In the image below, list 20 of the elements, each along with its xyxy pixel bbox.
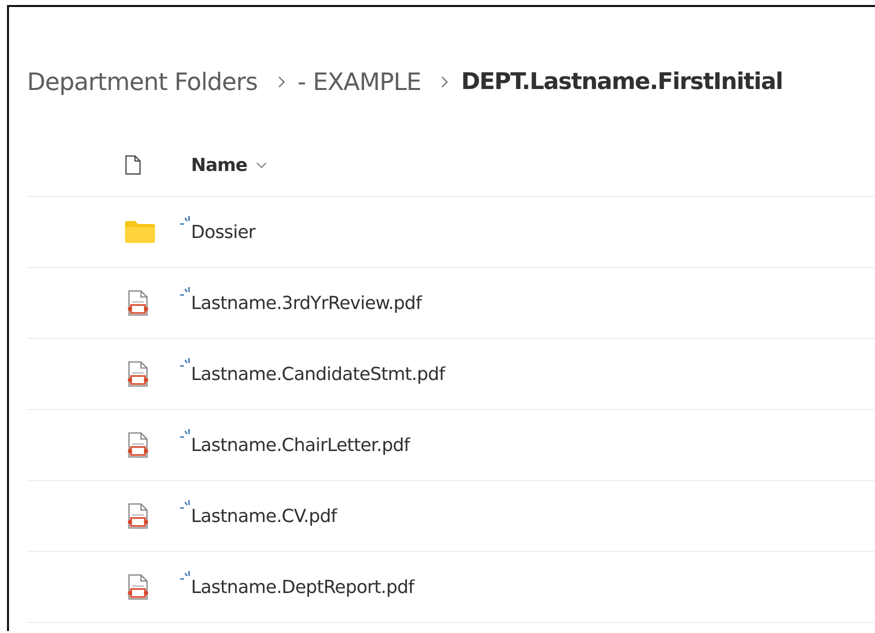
caret-icon (256, 162, 268, 168)
file-name-link[interactable]: Lastname.DeptReport.pdf (191, 576, 414, 598)
file-name-link[interactable]: Lastname.ChairLetter.pdf (191, 434, 410, 456)
chevron-icon (440, 76, 448, 88)
breadcrumb-current: DEPT.Lastname.FirstInitial (461, 69, 783, 95)
folder-icon (125, 221, 155, 243)
file-name-link[interactable]: Dossier (191, 222, 256, 242)
breadcrumb-link[interactable]: Department Folders (27, 68, 258, 96)
pdf-file-icon (125, 361, 151, 387)
pdf-file-icon (125, 290, 151, 316)
file-name-link[interactable]: Lastname.CV.pdf (191, 506, 337, 526)
pdf-file-icon (125, 432, 151, 458)
file-name-link[interactable]: Lastname.CandidateStmt.pdf (191, 364, 445, 384)
breadcrumb-link[interactable]: - EXAMPLE (298, 68, 422, 96)
file-name-link[interactable]: Lastname.3rdYrReview.pdf (191, 292, 422, 314)
chevron-icon (276, 76, 285, 88)
pdf-file-icon (125, 574, 151, 600)
file-icon (125, 155, 141, 175)
column-header[interactable]: Name (187, 150, 272, 180)
pdf-file-icon (125, 503, 151, 529)
